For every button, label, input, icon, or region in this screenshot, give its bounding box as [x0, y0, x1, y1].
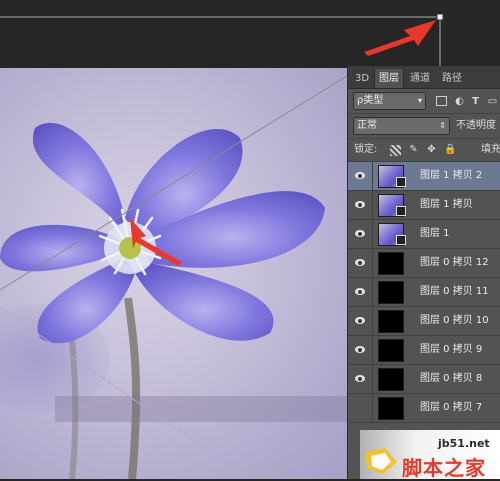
blend-row: 正常 ⇕ 不透明度 [348, 114, 500, 139]
layer-name: 图层 0 拷贝 9 [420, 344, 483, 355]
visibility-toggle[interactable] [348, 394, 373, 422]
panel-tabs: 3D 图层 通道 路径 [348, 66, 500, 89]
layer-name: 图层 0 拷贝 11 [420, 286, 489, 297]
filter-kind-label: ρ类型 [357, 95, 384, 106]
opacity-label: 不透明度 [456, 120, 496, 131]
eye-icon [355, 230, 365, 237]
lock-position-icon[interactable]: ✥ [426, 144, 437, 155]
eye-icon [355, 288, 365, 295]
layer-name: 图层 1 [420, 228, 450, 239]
chevron-down-icon: ▾ [417, 96, 422, 105]
eye-icon [355, 259, 365, 266]
filter-kind-select[interactable]: ρ类型 ▾ [353, 92, 426, 110]
blend-mode-select[interactable]: 正常 ⇕ [353, 117, 450, 135]
layer-row[interactable]: 图层 0 拷贝 12 [348, 249, 500, 278]
smart-object-icon [396, 206, 406, 216]
visibility-toggle[interactable] [348, 307, 373, 335]
smart-object-icon [396, 235, 406, 245]
layer-row[interactable]: 图层 1 拷贝 [348, 191, 500, 220]
eye-icon [355, 346, 365, 353]
eye-icon [355, 201, 365, 208]
layer-thumbnail [378, 310, 404, 333]
eye-icon [355, 317, 365, 324]
tab-3d[interactable]: 3D [352, 69, 372, 88]
visibility-toggle[interactable] [348, 278, 373, 306]
visibility-toggle[interactable] [348, 162, 373, 190]
layer-thumbnail [378, 339, 404, 362]
layer-name: 图层 1 拷贝 [420, 199, 473, 210]
chevron-updown-icon: ⇕ [439, 121, 446, 130]
lock-all-icon[interactable]: 🔒 [444, 144, 456, 155]
visibility-toggle[interactable] [348, 220, 373, 248]
layer-row[interactable]: 图层 0 拷贝 10 [348, 307, 500, 336]
layer-row[interactable]: 图层 0 拷贝 7 [348, 394, 500, 423]
layer-thumbnail [378, 281, 404, 304]
lock-row: 锁定: ✎ ✥ 🔒 填充 [348, 139, 500, 162]
lock-transparent-icon[interactable] [390, 145, 401, 156]
pixel-filter-icon[interactable] [436, 96, 447, 106]
visibility-toggle[interactable] [348, 336, 373, 364]
flower-image [0, 73, 350, 479]
layers-panel: 3D 图层 通道 路径 ρ类型 ▾ ◐ T ▭ 正常 ⇕ 不透明度 锁定: ✎ … [347, 66, 500, 479]
visibility-toggle[interactable] [348, 249, 373, 277]
layers-list: 图层 1 拷贝 2 图层 1 拷贝 图层 1 图层 0 拷贝 12 图层 0 拷… [348, 162, 500, 423]
eye-icon [355, 172, 365, 179]
shape-filter-icon[interactable]: ▭ [487, 96, 498, 107]
layer-thumbnail [378, 397, 404, 420]
adjustment-filter-icon[interactable]: ◐ [454, 96, 465, 107]
visibility-toggle[interactable] [348, 191, 373, 219]
layer-name: 图层 0 拷贝 7 [420, 402, 483, 413]
watermark-url: jb51.net [438, 437, 490, 450]
layer-row[interactable]: 图层 0 拷贝 9 [348, 336, 500, 365]
layer-name: 图层 0 拷贝 12 [420, 257, 489, 268]
blend-mode-value: 正常 [357, 120, 377, 131]
flower-photo[interactable] [0, 68, 350, 479]
layer-row[interactable]: 图层 0 拷贝 11 [348, 278, 500, 307]
tab-paths[interactable]: 路径 [438, 69, 466, 88]
layer-row[interactable]: 图层 1 [348, 220, 500, 249]
layer-row[interactable]: 图层 1 拷贝 2 [348, 162, 500, 191]
type-filter-icon[interactable]: T [470, 96, 481, 107]
lock-label: 锁定: [354, 144, 378, 155]
layer-name: 图层 0 拷贝 8 [420, 373, 483, 384]
smart-object-icon [396, 177, 406, 187]
layer-name: 图层 0 拷贝 10 [420, 315, 489, 326]
layer-name: 图层 1 拷贝 2 [420, 170, 483, 181]
tab-layers[interactable]: 图层 [374, 69, 404, 88]
layer-thumbnail [378, 368, 404, 391]
layer-filter-row: ρ类型 ▾ ◐ T ▭ [348, 89, 500, 114]
tab-channels[interactable]: 通道 [406, 69, 434, 88]
visibility-toggle[interactable] [348, 365, 373, 393]
layer-row[interactable]: 图层 0 拷贝 8 [348, 365, 500, 394]
watermark-site-name: 脚本之家 [402, 456, 486, 480]
site-logo-icon [365, 448, 397, 474]
pasteboard [0, 0, 500, 68]
fill-label: 填充 [481, 144, 500, 155]
eye-icon [355, 375, 365, 382]
layer-thumbnail [378, 252, 404, 275]
lock-brush-icon[interactable]: ✎ [408, 144, 419, 155]
